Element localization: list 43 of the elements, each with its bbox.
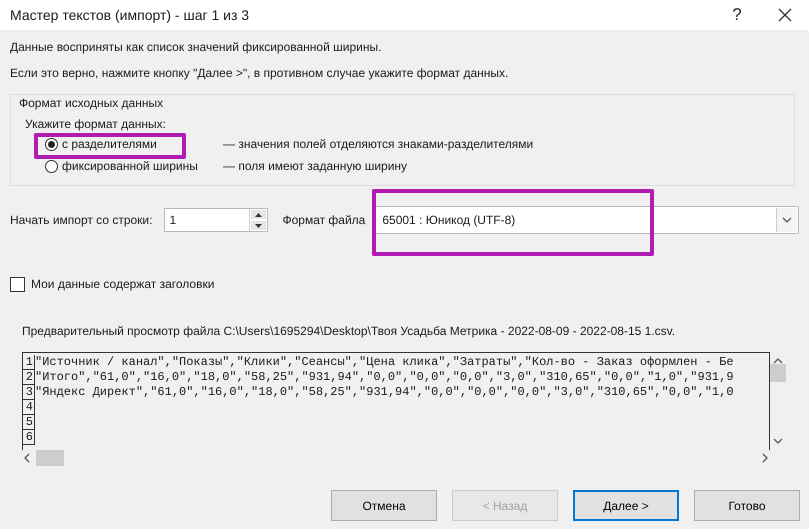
checkbox[interactable] [10,276,25,292]
triangle-up-icon [255,212,262,216]
preview-label: Предварительный просмотр файла C:\Users\1695294\Desktop\Твоя Усадьба Метрика - 2022-08-09 - 2022-08-15 1.csv. [22,323,676,340]
radio-option[interactable]: фиксированной ширины [45,159,198,173]
spin-down-button[interactable] [251,221,266,230]
radio-button[interactable] [45,138,58,150]
scroll-up-icon[interactable] [773,356,783,366]
headers-checkbox[interactable]: Мои данные содержат заголовки [10,275,214,293]
format-prompt: Укажите формат данных: [25,116,166,133]
info-text: Данные восприняты как список значений фиксированной ширины. [10,39,382,56]
start-row-spinner[interactable]: 1 [164,208,268,232]
help-button[interactable]: ? [713,0,761,30]
preview-line: "Яндекс Директ","61,0","16,0","18,0","58,25","931,94","0,0","0,0","0,0","3,0","310,65","0,0","1,0 [35,385,734,400]
scroll-left-icon[interactable] [22,453,32,463]
line-number: 4 [23,400,35,415]
preview-line: "Источник / канал","Показы","Клики","Сеансы","Цена клика","Затраты","Кол-во - Заказ оформлен - Бе [35,355,734,370]
file-format-dropdown[interactable]: 65001 : Юникод (UTF-8) [373,206,799,234]
option-description: — значения полей отделяются знаками-разделителями [223,137,534,151]
line-number: 6 [23,430,35,445]
info-text: Если это верно, нажмите кнопку "Далее >", в противном случае укажите формат данных. [10,65,510,82]
line-number: 1 [23,355,35,370]
window-title: Мастер текстов (импорт) - шаг 1 из 3 [10,7,250,23]
close-icon [778,8,792,22]
line-number: 3 [23,385,35,400]
scrollbar-thumb[interactable] [770,364,786,382]
dialog-button[interactable]: Отмена [331,490,437,521]
triangle-down-icon [255,224,262,228]
option-description: — поля имеют заданную ширину [223,159,408,173]
group-legend: Формат исходных данных [19,95,164,111]
scroll-right-icon[interactable] [760,453,770,463]
preview-line: "Итого","61,0","16,0","18,0","58,25","931,94","0,0","0,0","0,0","3,0","310,65","0,0","1,0","931,9 [35,370,734,385]
dialog-button[interactable]: Готово [694,490,800,521]
line-number: 5 [23,415,35,430]
chevron-down-icon[interactable] [782,215,792,225]
radio-button[interactable] [45,160,58,172]
radio-option[interactable]: с разделителями [45,137,157,151]
file-format-label: Формат файла [282,213,366,227]
line-number: 2 [23,370,35,385]
spin-up-button[interactable] [251,210,266,219]
scrollbar-thumb[interactable] [36,450,64,466]
dialog-button[interactable]: Далее > [573,490,679,521]
scroll-down-icon[interactable] [773,436,783,446]
start-row-label: Начать импорт со строки: [10,213,152,227]
